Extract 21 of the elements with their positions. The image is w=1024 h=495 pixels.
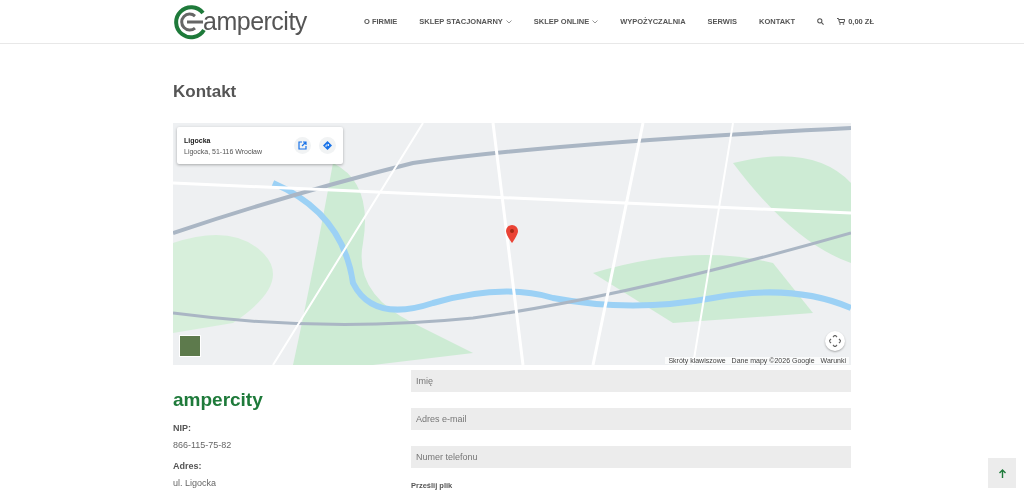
location-pin-icon[interactable] xyxy=(506,225,518,243)
scroll-to-top-button[interactable] xyxy=(988,458,1016,488)
search-icon[interactable] xyxy=(817,18,825,25)
move-arrows-icon xyxy=(829,335,841,347)
directions-button[interactable] xyxy=(319,137,336,154)
logo-text[interactable]: ampercity xyxy=(203,7,307,36)
external-link-icon xyxy=(298,141,307,150)
company-name: ampercity xyxy=(173,389,264,411)
input-field[interactable]: Adres e-mail xyxy=(411,408,851,430)
detail-label: Adres: xyxy=(173,461,203,471)
map-layer-thumbnail[interactable] xyxy=(179,335,201,357)
arrow-up-icon xyxy=(998,468,1006,478)
cart-icon xyxy=(837,18,846,25)
detail-label: NIP: xyxy=(173,423,192,433)
input-field[interactable]: Numer telefonu xyxy=(411,446,851,468)
detail-value: 866-115-75-82 xyxy=(173,440,233,450)
detail-value: ul. Ligocka xyxy=(173,478,218,488)
input-field[interactable]: Imię xyxy=(411,370,851,392)
page-title: Kontakt xyxy=(173,82,238,102)
open-external-button[interactable] xyxy=(294,137,311,154)
directions-icon xyxy=(323,141,332,150)
